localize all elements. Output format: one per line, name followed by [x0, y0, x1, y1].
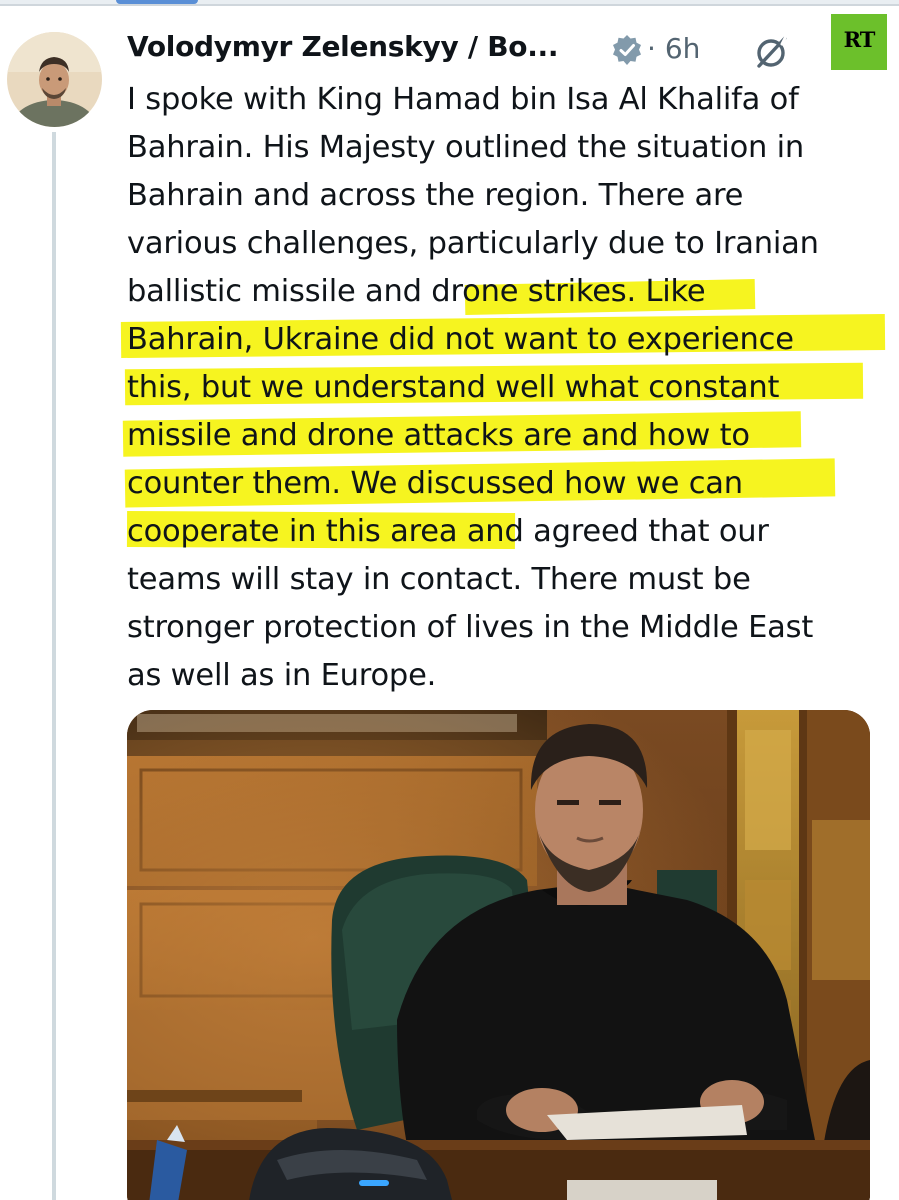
tweet-text-line: Bahrain, Ukraine did not want to experie… — [120, 314, 887, 364]
rt-watermark-logo: RT — [831, 14, 887, 70]
time-ago: 6h — [664, 32, 701, 65]
tweet-header: Volodymyr Zelenskyy / Bo... · 6h RT — [127, 14, 887, 74]
timestamp[interactable]: · 6h — [647, 32, 700, 65]
tweet-text-line: Bahrain. His Majesty outlined the situat… — [127, 130, 805, 165]
author-name[interactable]: Volodymyr Zelenskyy / Bo... — [127, 30, 559, 63]
tweet-text-line: Bahrain and across the region. There are — [127, 178, 744, 213]
tweet-text-line: various challenges, particularly due to … — [127, 226, 819, 261]
tweet-text-line: counter them. We discussed how we can — [124, 458, 887, 508]
tweet-text: I spoke with King Hamad bin Isa Al Khali… — [120, 76, 887, 700]
previous-post-edge — [0, 0, 899, 6]
tweet-text-line: ballistic missile and drone strikes. Lik… — [127, 268, 887, 316]
tweet-text-line: I spoke with King Hamad bin Isa Al Khali… — [127, 82, 799, 117]
divider — [0, 4, 899, 6]
tweet-screen: Volodymyr Zelenskyy / Bo... · 6h RT I sp… — [0, 0, 899, 1200]
tweet-photo[interactable] — [127, 710, 870, 1200]
thread-line — [52, 132, 56, 1200]
tweet-text-line: teams will stay in contact. There must b… — [127, 562, 751, 597]
tweet-text-line: this, but we understand well what consta… — [124, 362, 887, 412]
tweet-text-line: stronger protection of lives in the Midd… — [127, 610, 814, 645]
separator-dot: · — [647, 32, 656, 65]
verified-badge-icon — [613, 35, 641, 65]
rt-watermark-text: RT — [843, 27, 876, 52]
tweet-text-line: missile and drone attacks are and how to — [122, 411, 887, 460]
avatar[interactable] — [7, 32, 102, 127]
grok-icon[interactable] — [752, 32, 792, 72]
tweet-text-line: cooperate in this area and agreed that o… — [126, 508, 887, 556]
tweet-text-line: as well as in Europe. — [127, 658, 437, 693]
